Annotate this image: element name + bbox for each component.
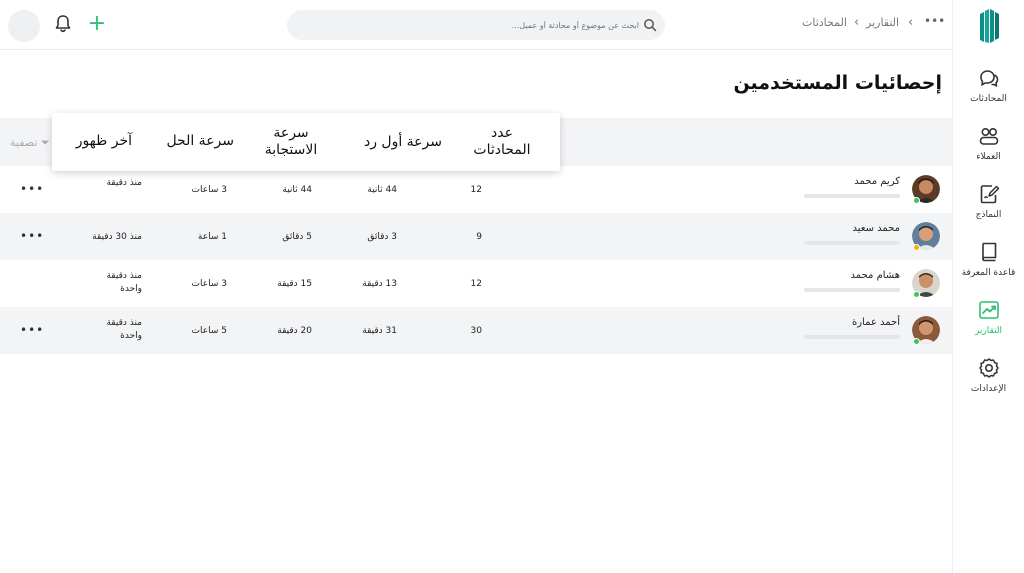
sidebar-item-knowledge-base[interactable]: قاعدة المعرفة	[953, 240, 1024, 292]
sidebar-item-label: العملاء	[976, 152, 1001, 162]
cell-conversations: 9	[476, 232, 482, 242]
filter-label: تصفية	[10, 136, 38, 149]
header-first-reply[interactable]: سرعة أول رد	[364, 134, 442, 151]
cell-resolution: 3 ساعات	[191, 279, 227, 289]
user-name: أحمد عمارة	[851, 317, 900, 328]
table-row[interactable]: أحمد عمارة 30 31 دقيقة 20 دقيقة 5 ساعات …	[0, 307, 952, 354]
gear-icon	[978, 358, 999, 378]
column-header-popup: عدد المحادثات سرعة أول رد سرعة الاستجابة…	[52, 113, 560, 171]
sidebar-item-forms[interactable]: النماذج	[953, 182, 1024, 234]
cell-first-reply: 13 دقيقة	[362, 279, 397, 289]
cell-last-seen: منذ 30 دقيقة	[92, 232, 142, 242]
more-icon[interactable]: •••	[20, 182, 44, 196]
status-online-dot	[913, 291, 920, 298]
cell-resolution: 1 ساعة	[197, 232, 227, 242]
app-logo[interactable]	[979, 8, 1001, 44]
cell-conversations: 12	[470, 279, 482, 289]
cell-last-seen: منذ دقيقة	[106, 178, 142, 188]
status-online-dot	[913, 197, 920, 204]
user-progress-bar	[804, 335, 900, 339]
cell-conversations: 30	[470, 326, 482, 336]
cell-last-seen: منذ دقيقة واحدة	[106, 318, 142, 341]
cell-resolution: 5 ساعات	[191, 326, 227, 336]
user-progress-bar	[804, 288, 900, 292]
filter-button[interactable]: ⏷ تصفية	[10, 136, 50, 150]
user-name: هشام محمد	[850, 270, 900, 281]
sidebar-item-conversations[interactable]: المحادثات	[953, 66, 1024, 118]
breadcrumb-reports-label[interactable]: التقارير	[866, 16, 899, 29]
cell-conversations: 12	[470, 185, 482, 195]
cell-response: 20 دقيقة	[277, 326, 312, 336]
more-icon[interactable]: •••	[924, 14, 945, 28]
cell-response: 44 ثانية	[282, 185, 312, 195]
profile-avatar[interactable]	[8, 10, 40, 42]
cell-first-reply: 31 دقيقة	[362, 326, 397, 336]
status-away-dot	[913, 244, 920, 251]
filter-icon: ⏷	[40, 136, 50, 149]
sidebar-item-label: قاعدة المعرفة	[961, 268, 1016, 278]
chart-trend-icon	[978, 301, 999, 319]
sidebar: المحادثات العملاء النماذج قاعدة المعرفة	[952, 0, 1024, 573]
breadcrumb-row: المحادثات ‹ التقارير ‹ •••	[800, 14, 950, 34]
chevron-left-icon: ‹	[854, 15, 860, 30]
cell-response: 15 دقيقة	[277, 279, 312, 289]
sidebar-item-customers[interactable]: العملاء	[953, 124, 1024, 176]
cell-resolution: 3 ساعات	[191, 185, 227, 195]
cell-response: 5 دقائق	[282, 232, 312, 242]
table-row[interactable]: كريم محمد 12 44 ثانية 44 ثانية 3 ساعات م…	[0, 166, 952, 213]
form-edit-icon	[980, 185, 999, 204]
search-input[interactable]	[299, 10, 639, 40]
book-icon	[981, 242, 996, 262]
more-icon[interactable]: •••	[20, 229, 44, 243]
sidebar-item-label: النماذج	[975, 210, 1002, 220]
user-progress-bar	[804, 194, 900, 198]
bell-icon[interactable]	[54, 14, 72, 34]
header-last-seen[interactable]: آخر ظهور	[76, 133, 132, 150]
sidebar-item-label: المحادثات	[970, 94, 1007, 104]
chat-bubbles-icon	[979, 70, 998, 87]
user-name: محمد سعيد	[852, 223, 901, 234]
page-title: إحصائيات المستخدمين	[733, 72, 942, 94]
table-row[interactable]: محمد سعيد 9 3 دقائق 5 دقائق 1 ساعة منذ 3…	[0, 213, 952, 260]
search-bar[interactable]	[287, 10, 665, 40]
chevron-left-icon: ‹	[908, 15, 914, 30]
cell-first-reply: 44 ثانية	[367, 185, 397, 195]
cell-first-reply: 3 دقائق	[367, 232, 397, 242]
sidebar-item-reports[interactable]: التقارير	[953, 298, 1024, 350]
header-conversations[interactable]: عدد المحادثات	[470, 125, 534, 159]
sidebar-item-label: الإعدادات	[970, 384, 1007, 394]
header-response[interactable]: سرعة الاستجابة	[256, 125, 326, 159]
status-online-dot	[913, 338, 920, 345]
table-row[interactable]: هشام محمد 12 13 دقيقة 15 دقيقة 3 ساعات م…	[0, 260, 952, 307]
cell-last-seen: منذ دقيقة واحدة	[106, 271, 142, 294]
sidebar-item-label: التقارير	[974, 326, 1003, 336]
user-progress-bar	[804, 241, 900, 245]
sidebar-item-settings[interactable]: الإعدادات	[953, 356, 1024, 408]
user-name: كريم محمد	[854, 176, 900, 187]
breadcrumb-conversations-label[interactable]: المحادثات	[802, 16, 847, 29]
more-icon[interactable]: •••	[20, 323, 44, 337]
header-resolution[interactable]: سرعة الحل	[166, 133, 234, 150]
search-icon	[644, 19, 657, 32]
users-icon	[979, 128, 998, 145]
add-button[interactable]: +	[87, 12, 107, 36]
